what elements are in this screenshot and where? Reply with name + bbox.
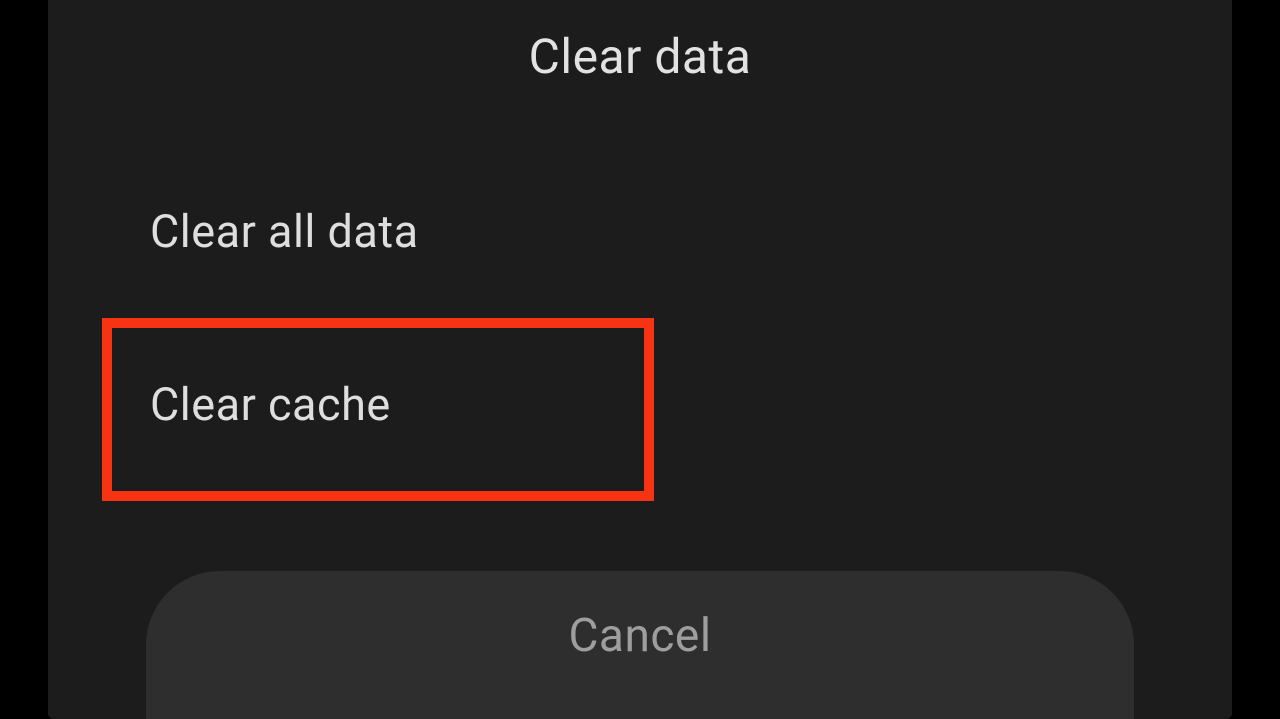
cancel-button-label: Cancel bbox=[568, 609, 711, 663]
dialog-title: Clear data bbox=[48, 0, 1232, 85]
clear-data-dialog: Clear data Clear all data Clear cache Ca… bbox=[48, 0, 1232, 719]
option-clear-cache[interactable]: Clear cache bbox=[102, 318, 654, 501]
option-label: Clear cache bbox=[150, 378, 391, 431]
option-list: Clear all data Clear cache bbox=[48, 85, 1232, 501]
cancel-button[interactable]: Cancel bbox=[146, 571, 1134, 719]
option-clear-all-data[interactable]: Clear all data bbox=[48, 205, 1232, 298]
option-label: Clear all data bbox=[150, 205, 419, 258]
